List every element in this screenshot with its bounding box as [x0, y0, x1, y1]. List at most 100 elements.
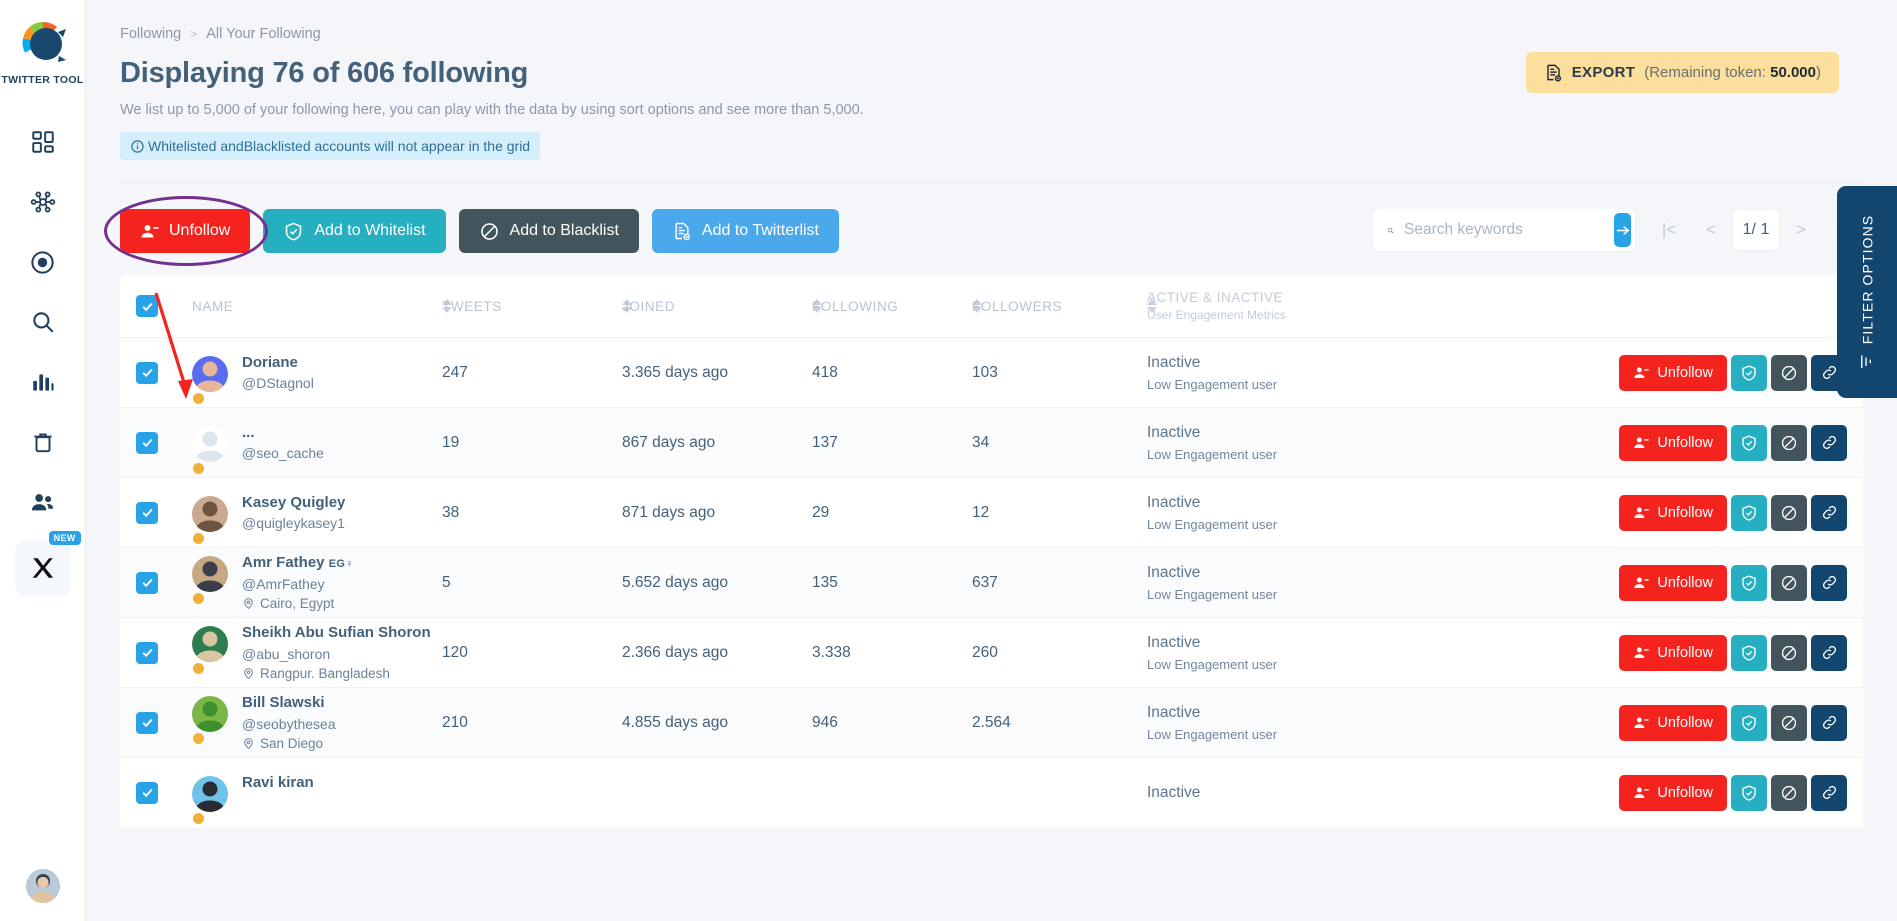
- user-handle: @AmrFathey: [242, 575, 325, 592]
- sidebar-item-x[interactable]: NEW: [14, 531, 81, 596]
- row-unfollow-button[interactable]: Unfollow: [1619, 634, 1727, 671]
- row-checkbox[interactable]: [136, 641, 158, 664]
- user-cell[interactable]: Amr Fathey EG♀ @AmrFathey Cairo, Egypt: [192, 554, 442, 611]
- unfollow-bulk-button[interactable]: Unfollow: [120, 209, 251, 253]
- row-unfollow-button[interactable]: Unfollow: [1619, 564, 1727, 601]
- user-cell[interactable]: Ravi kiran: [192, 774, 442, 824]
- row-profile-link-button[interactable]: [1811, 564, 1847, 601]
- column-header-tweets[interactable]: TWEETS: [442, 299, 622, 314]
- user-cell[interactable]: ... @seo_cache: [192, 424, 442, 474]
- table-tools: |< < 1/ 1 > >|: [1373, 209, 1863, 251]
- export-token-value: 50.000: [1770, 64, 1816, 81]
- column-header-name[interactable]: NAME: [192, 299, 442, 314]
- row-whitelist-button[interactable]: [1731, 424, 1767, 461]
- row-action-buttons: Unfollow: [1619, 774, 1847, 811]
- pagination-prev-button[interactable]: <: [1691, 210, 1731, 250]
- search-input[interactable]: [1404, 221, 1604, 239]
- avatar-image: [192, 355, 228, 392]
- row-unfollow-button[interactable]: Unfollow: [1619, 774, 1727, 811]
- network-icon: [30, 191, 55, 213]
- ban-icon: [1781, 645, 1797, 660]
- pagination-first-button[interactable]: |<: [1649, 210, 1689, 250]
- engagement-label: Low Engagement user: [1147, 586, 1278, 602]
- row-blacklist-button[interactable]: [1771, 774, 1807, 811]
- search-box: [1373, 209, 1635, 251]
- status-dot: [193, 462, 204, 474]
- users-icon: [31, 493, 54, 510]
- select-all-checkbox[interactable]: [136, 295, 158, 317]
- search-submit-button[interactable]: [1614, 213, 1631, 247]
- row-blacklist-button[interactable]: [1771, 704, 1807, 741]
- column-header-following[interactable]: FOLLOWING: [812, 299, 972, 314]
- row-profile-link-button[interactable]: [1811, 634, 1847, 671]
- sidebar-item-search[interactable]: [15, 294, 71, 350]
- row-whitelist-button[interactable]: [1731, 354, 1767, 391]
- row-profile-link-button[interactable]: [1811, 774, 1847, 811]
- sidebar-item-trash[interactable]: [15, 414, 71, 470]
- user-cell[interactable]: Kasey Quigley @quigleykasey1: [192, 494, 442, 544]
- left-sidebar: TWITTER TOOL NEW: [0, 0, 86, 921]
- column-header-joined[interactable]: JOINED: [622, 299, 812, 314]
- row-checkbox[interactable]: [136, 571, 158, 594]
- row-whitelist-button[interactable]: [1731, 704, 1767, 741]
- sidebar-item-dashboard[interactable]: [15, 114, 71, 170]
- export-button[interactable]: EXPORT (Remaining token: 50.000): [1525, 52, 1839, 93]
- location-pin-icon: [244, 598, 253, 609]
- user-avatar[interactable]: [25, 869, 60, 903]
- sidebar-item-network[interactable]: [15, 174, 71, 230]
- row-whitelist-button[interactable]: [1731, 774, 1767, 811]
- row-unfollow-button[interactable]: Unfollow: [1619, 494, 1727, 531]
- sidebar-item-target[interactable]: [15, 234, 71, 290]
- user-cell[interactable]: Bill Slawski @seobythesea San Diego: [192, 694, 442, 751]
- row-blacklist-button[interactable]: [1771, 424, 1807, 461]
- row-checkbox[interactable]: [136, 781, 158, 804]
- breadcrumb-all-your-following[interactable]: All Your Following: [206, 26, 320, 42]
- arrow-right-icon: [1616, 225, 1630, 235]
- column-header-followers[interactable]: FOLLOWERS: [972, 299, 1147, 314]
- sidebar-item-analytics[interactable]: [15, 354, 71, 410]
- user-minus-icon: [141, 224, 159, 237]
- filter-options-tab[interactable]: FILTER OPTIONS: [1837, 186, 1897, 398]
- user-minus-icon: [1634, 787, 1650, 798]
- row-unfollow-button[interactable]: Unfollow: [1619, 704, 1727, 741]
- user-location: Cairo, Egypt: [242, 596, 354, 611]
- breadcrumb-following[interactable]: Following: [120, 26, 181, 42]
- user-minus-icon: [1634, 507, 1650, 518]
- row-blacklist-button[interactable]: [1771, 354, 1807, 391]
- info-icon: [130, 139, 145, 154]
- pagination-next-button[interactable]: >: [1781, 210, 1821, 250]
- app-logo[interactable]: TWITTER TOOL: [1, 18, 83, 86]
- row-unfollow-button[interactable]: Unfollow: [1619, 354, 1727, 391]
- row-unfollow-button[interactable]: Unfollow: [1619, 424, 1727, 461]
- add-to-twitterlist-button[interactable]: Add to Twitterlist: [651, 209, 839, 253]
- add-to-blacklist-button[interactable]: Add to Blacklist: [458, 209, 639, 253]
- add-to-whitelist-button[interactable]: Add to Whitelist: [263, 209, 446, 253]
- user-minus-icon: [1634, 717, 1650, 728]
- user-minus-icon: [1634, 367, 1650, 378]
- twitter-tool-logo-icon: [22, 21, 66, 62]
- row-whitelist-button[interactable]: [1731, 494, 1767, 531]
- user-cell[interactable]: Sheikh Abu Sufian Shoron @abu_shoron Rangp…: [192, 624, 442, 681]
- user-cell[interactable]: Doriane @DStagnol: [192, 354, 442, 404]
- row-blacklist-button[interactable]: [1771, 494, 1807, 531]
- row-checkbox[interactable]: [136, 501, 158, 524]
- row-whitelist-button[interactable]: [1731, 564, 1767, 601]
- cell-following: 29: [812, 503, 830, 521]
- row-profile-link-button[interactable]: [1811, 704, 1847, 741]
- ban-icon: [1781, 575, 1797, 590]
- row-profile-link-button[interactable]: [1811, 494, 1847, 531]
- row-checkbox[interactable]: [136, 711, 158, 734]
- row-checkbox[interactable]: [136, 431, 158, 454]
- table-row: Doriane @DStagnol 247 3.365 days ago 418 103 I…: [120, 337, 1863, 407]
- row-profile-link-button[interactable]: [1811, 424, 1847, 461]
- avatar: [192, 495, 228, 544]
- sidebar-item-users[interactable]: [15, 474, 71, 530]
- status-dot: [193, 532, 204, 544]
- row-whitelist-button[interactable]: [1731, 634, 1767, 671]
- row-blacklist-button[interactable]: [1771, 634, 1807, 671]
- shield-check-icon: [286, 222, 302, 241]
- x-logo-icon: [32, 558, 53, 578]
- row-checkbox[interactable]: [136, 361, 158, 384]
- row-blacklist-button[interactable]: [1771, 564, 1807, 601]
- engagement-label: Low Engagement user: [1147, 656, 1278, 672]
